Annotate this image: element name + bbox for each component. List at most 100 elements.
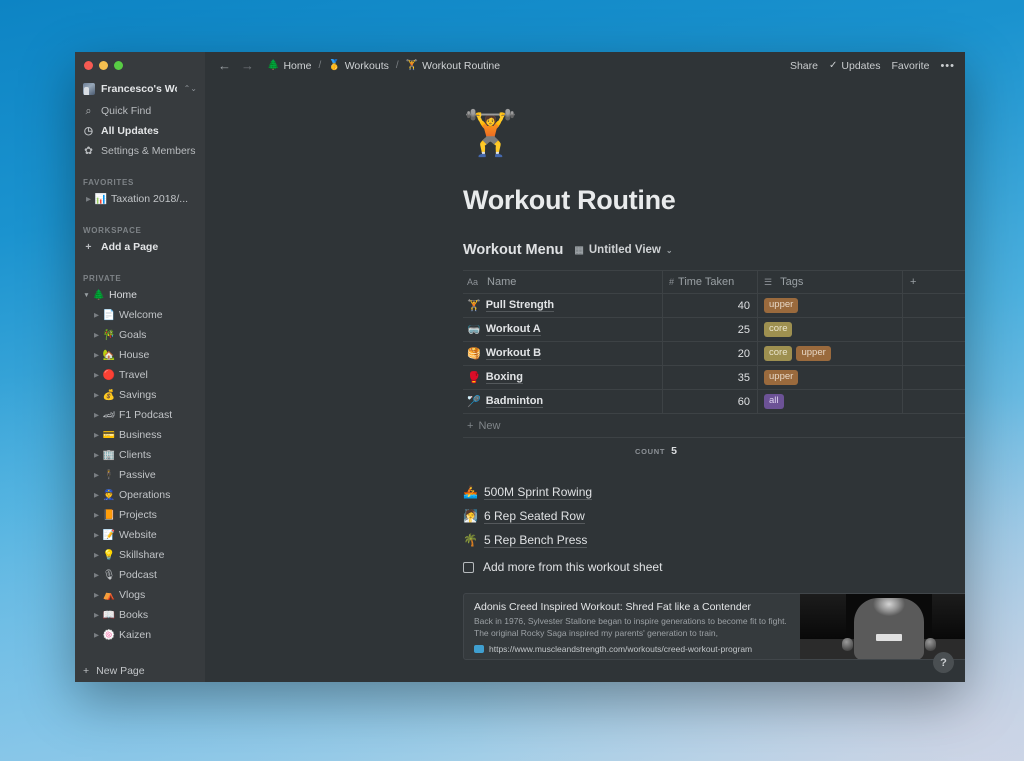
cell-empty[interactable]	[903, 318, 965, 341]
chevron-right-icon[interactable]: ▶	[91, 511, 102, 519]
cell-name[interactable]: 🏋 Pull Strength	[463, 294, 663, 317]
cell-name[interactable]: 🥽 Workout A	[463, 318, 663, 341]
chevron-right-icon[interactable]: ▶	[91, 591, 102, 599]
chevron-right-icon[interactable]: ▶	[91, 611, 102, 619]
page-icon-emoji[interactable]: 🏋️	[463, 79, 945, 156]
cell-tags[interactable]: upper	[758, 294, 903, 317]
column-header-time-taken[interactable]: # Time Taken	[663, 271, 758, 293]
cell-empty[interactable]	[903, 366, 965, 389]
cell-name[interactable]: 🥊 Boxing	[463, 366, 663, 389]
table-row[interactable]: 🥊 Boxing 35 upper	[463, 366, 965, 390]
sidebar-item-taxation[interactable]: ▶ 📊 Taxation 2018/...	[75, 189, 205, 209]
sidebar-item-add-a-page[interactable]: + Add a Page	[75, 237, 205, 257]
breadcrumb-home[interactable]: 🌲 Home	[267, 60, 311, 72]
table-count-row[interactable]: COUNT 5	[463, 438, 965, 464]
table-row[interactable]: 🥞 Workout B 20 core upper	[463, 342, 965, 366]
cell-time-taken[interactable]: 40	[663, 294, 758, 317]
chevron-right-icon[interactable]: ▶	[91, 331, 102, 339]
sidebar-item-welcome[interactable]: ▶ 📄 Welcome	[75, 305, 205, 325]
table-row[interactable]: 🏸 Badminton 60 all	[463, 390, 965, 414]
chevron-right-icon[interactable]: ▶	[91, 551, 102, 559]
column-header-tags[interactable]: ☰ Tags	[758, 271, 903, 293]
cell-time-taken[interactable]: 25	[663, 318, 758, 341]
cell-name[interactable]: 🏸 Badminton	[463, 390, 663, 413]
sidebar-item-goals[interactable]: ▶ 🎋 Goals	[75, 325, 205, 345]
chevron-right-icon[interactable]: ▶	[91, 371, 102, 379]
sidebar-item-house[interactable]: ▶ 🏡 House	[75, 345, 205, 365]
sidebar-item-savings[interactable]: ▶ 💰 Savings	[75, 385, 205, 405]
sidebar-item-website[interactable]: ▶ 📝 Website	[75, 525, 205, 545]
cell-time-taken[interactable]: 20	[663, 342, 758, 365]
table-row[interactable]: 🥽 Workout A 25 core	[463, 318, 965, 342]
todo-item[interactable]: Add more from this workout sheet	[463, 555, 945, 579]
sidebar-item-travel[interactable]: ▶ 🔴 Travel	[75, 365, 205, 385]
bookmark-card[interactable]: Adonis Creed Inspired Workout: Shred Fat…	[463, 593, 965, 660]
sidebar-item-operations[interactable]: ▶ 👮 Operations	[75, 485, 205, 505]
sidebar-item-passive[interactable]: ▶ 🕴 Passive	[75, 465, 205, 485]
updates-button[interactable]: Updates	[841, 60, 880, 72]
chevron-right-icon[interactable]: ▶	[91, 311, 102, 319]
chevron-right-icon[interactable]: ▶	[91, 471, 102, 479]
chevron-right-icon[interactable]: ▶	[91, 631, 102, 639]
back-button[interactable]: ←	[218, 58, 231, 73]
page-title[interactable]: Workout Routine	[463, 185, 945, 216]
chevron-down-icon[interactable]: ▼	[81, 292, 92, 299]
sidebar-item-quick-find[interactable]: ⌕ Quick Find	[75, 101, 205, 121]
breadcrumb-workout-routine[interactable]: 🏋 Workout Routine	[406, 60, 500, 72]
checkbox-icon[interactable]	[463, 561, 474, 573]
cell-empty[interactable]	[903, 390, 965, 413]
list-item[interactable]: 🌴 5 Rep Bench Press	[463, 528, 945, 552]
cell-time-taken[interactable]: 60	[663, 390, 758, 413]
sidebar-item-all-updates[interactable]: ◷ All Updates	[75, 121, 205, 141]
sidebar-item-home[interactable]: ▼ 🌲 Home	[75, 285, 205, 305]
sidebar-item-projects[interactable]: ▶ 📙 Projects	[75, 505, 205, 525]
close-window-button[interactable]	[84, 60, 93, 70]
cell-tags[interactable]: core upper	[758, 342, 903, 365]
sidebar-item-skillshare[interactable]: ▶ 💡 Skillshare	[75, 545, 205, 565]
cell-time-taken[interactable]: 35	[663, 366, 758, 389]
cell-tags[interactable]: all	[758, 390, 903, 413]
forward-button[interactable]: →	[241, 58, 254, 73]
database-view-selector[interactable]: ▦ Untitled View ⌄	[574, 244, 672, 256]
chevron-right-icon[interactable]: ▶	[83, 195, 94, 203]
new-row-button[interactable]: + New	[463, 414, 965, 438]
new-page-button[interactable]: + New Page	[75, 658, 205, 682]
table-row[interactable]: 🏋 Pull Strength 40 upper	[463, 294, 965, 318]
help-button[interactable]: ?	[933, 652, 954, 673]
sidebar-item-kaizen[interactable]: ▶ 🍥 Kaizen	[75, 625, 205, 645]
chevron-right-icon[interactable]: ▶	[91, 571, 102, 579]
maximize-window-button[interactable]	[114, 60, 123, 70]
sidebar-item-clients[interactable]: ▶ 🏢 Clients	[75, 445, 205, 465]
chevron-right-icon[interactable]: ▶	[91, 431, 102, 439]
breadcrumb-workouts[interactable]: 🥇 Workouts	[328, 60, 389, 72]
cell-empty[interactable]	[903, 342, 965, 365]
chevron-right-icon[interactable]: ▶	[91, 531, 102, 539]
minimize-window-button[interactable]	[99, 60, 108, 70]
sidebar-scroll-area[interactable]: ⌕ Quick Find ◷ All Updates ✿ Settings & …	[75, 99, 205, 658]
list-item[interactable]: 🚣 500M Sprint Rowing	[463, 480, 945, 504]
chevron-right-icon[interactable]: ▶	[91, 491, 102, 499]
bookmark-url-row[interactable]: https://www.muscleandstrength.com/workou…	[474, 644, 790, 654]
cell-empty[interactable]	[903, 294, 965, 317]
share-button[interactable]: Share	[790, 60, 818, 72]
chevron-right-icon[interactable]: ▶	[91, 351, 102, 359]
chevron-right-icon[interactable]: ▶	[91, 451, 102, 459]
column-header-name[interactable]: Aa Name	[463, 271, 663, 293]
sidebar-item-f1-podcast[interactable]: ▶ 🏎 F1 Podcast	[75, 405, 205, 425]
database-title[interactable]: Workout Menu	[463, 242, 563, 258]
sidebar-item-vlogs[interactable]: ▶ ⛺ Vlogs	[75, 585, 205, 605]
sidebar-item-settings-members[interactable]: ✿ Settings & Members	[75, 141, 205, 161]
more-options-icon[interactable]: •••	[940, 60, 955, 72]
favorite-button[interactable]: Favorite	[892, 60, 930, 72]
workspace-switcher[interactable]: Francesco's Wo... ⌃⌄	[75, 78, 205, 99]
sidebar-item-business[interactable]: ▶ 💳 Business	[75, 425, 205, 445]
chevron-right-icon[interactable]: ▶	[91, 411, 102, 419]
cell-name[interactable]: 🥞 Workout B	[463, 342, 663, 365]
add-column-button[interactable]: +	[903, 271, 965, 293]
chevron-right-icon[interactable]: ▶	[91, 391, 102, 399]
list-item[interactable]: 🧖 6 Rep Seated Row	[463, 504, 945, 528]
cell-tags[interactable]: core	[758, 318, 903, 341]
page-content[interactable]: 🏋️ Workout Routine Workout Menu ▦ Untitl…	[205, 79, 965, 682]
sidebar-item-books[interactable]: ▶ 📖 Books	[75, 605, 205, 625]
sidebar-item-podcast[interactable]: ▶ 🎙 Podcast	[75, 565, 205, 585]
